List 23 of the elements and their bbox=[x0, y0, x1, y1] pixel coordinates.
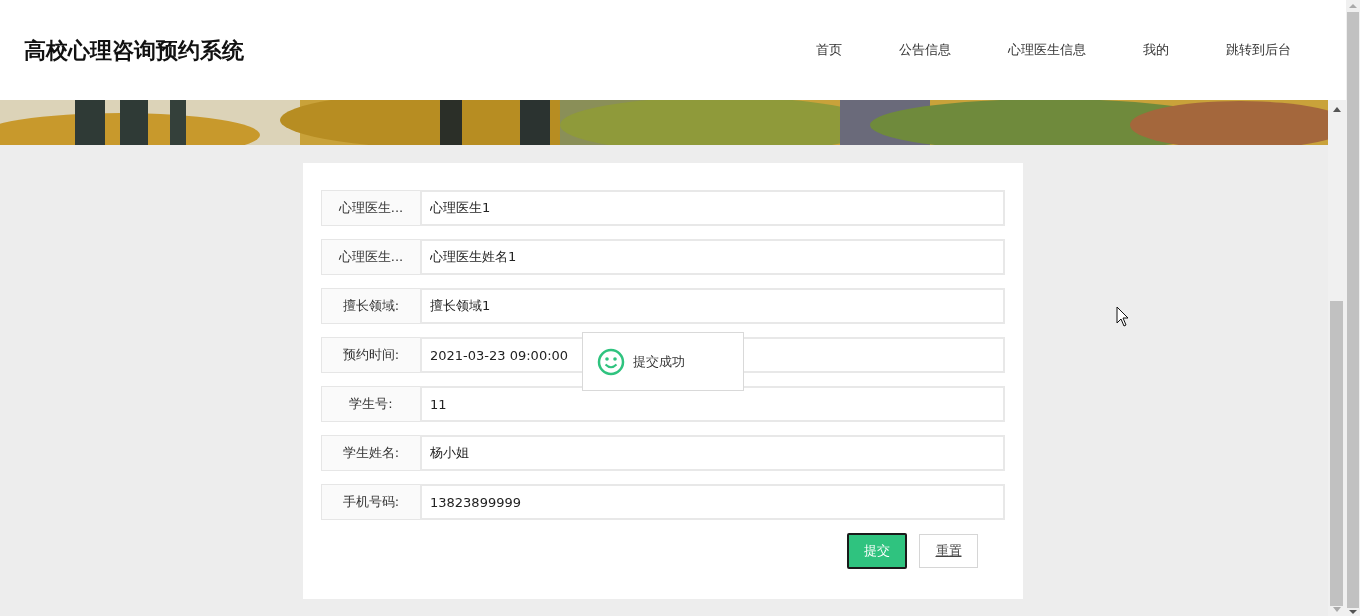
nav-link[interactable]: 首页 bbox=[816, 40, 842, 60]
toast-message: 提交成功 bbox=[633, 352, 685, 371]
mouse-cursor-icon bbox=[1116, 306, 1130, 328]
nav-link[interactable]: 我的 bbox=[1143, 40, 1169, 60]
smiley-icon bbox=[597, 347, 625, 376]
nav-link[interactable]: 公告信息 bbox=[899, 40, 951, 60]
nav-link[interactable]: 跳转到后台 bbox=[1226, 40, 1291, 60]
site-title: 高校心理咨询预约系统 bbox=[24, 36, 244, 65]
input-field[interactable]: 11 bbox=[420, 386, 1005, 422]
input-field[interactable]: 杨小姐 bbox=[420, 435, 1005, 471]
field-label: 学生姓名: bbox=[321, 435, 420, 471]
field-label: 手机号码: bbox=[321, 484, 420, 520]
nav-link[interactable]: 心理医生信息 bbox=[1008, 40, 1086, 60]
reset-button[interactable]: 重置 bbox=[919, 534, 978, 568]
input-field[interactable]: 心理医生1 bbox=[420, 190, 1005, 226]
field-label: 预约时间: bbox=[321, 337, 420, 373]
input-field[interactable]: 心理医生姓名1 bbox=[420, 239, 1005, 275]
field-label: 学生号: bbox=[321, 386, 420, 422]
field-label: 心理医生... bbox=[321, 190, 420, 226]
field-label: 擅长领域: bbox=[321, 288, 420, 324]
field-label: 心理医生... bbox=[321, 239, 420, 275]
input-field[interactable]: 13823899999 bbox=[420, 484, 1005, 520]
input-field[interactable]: 擅长领域1 bbox=[420, 288, 1005, 324]
